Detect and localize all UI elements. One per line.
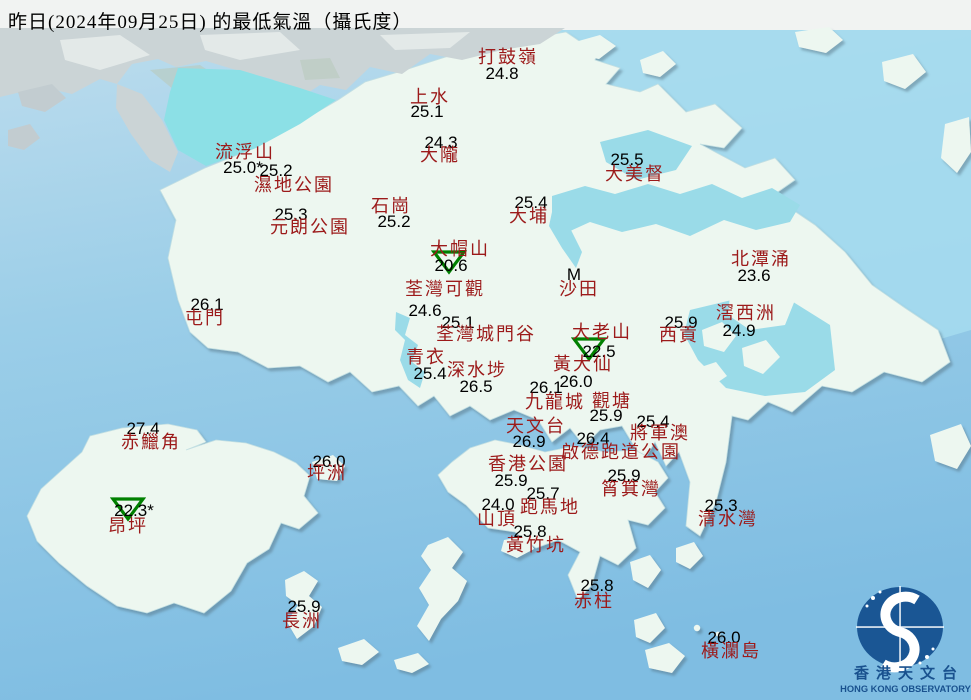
station-labels-layer: 24.8 打鼓嶺 25.1 上水 24.3 大隴 25.0* 流浮山 25.2 … bbox=[0, 0, 971, 700]
logo-chinese-name: 香港天文台 bbox=[853, 666, 964, 682]
station-name: 大隴 bbox=[420, 145, 460, 165]
station-name: 清水灣 bbox=[698, 509, 758, 529]
station-temp: 26.0 bbox=[559, 372, 593, 391]
station-name: 黃竹坑 bbox=[506, 535, 566, 555]
station-name: 橫瀾島 bbox=[701, 641, 761, 661]
station-temp: 24.9 bbox=[722, 321, 756, 340]
station-name: 滘西洲 bbox=[716, 303, 776, 323]
station-name: 大美督 bbox=[605, 164, 665, 184]
station-name: 石崗 bbox=[371, 196, 411, 216]
hko-logo: 香港天文台 HONG KONG OBSERVATORY bbox=[840, 570, 971, 700]
station-temp: 24.6 bbox=[408, 301, 442, 320]
station-name: 赤鱲角 bbox=[121, 432, 181, 452]
station-name: 青衣 bbox=[406, 347, 446, 367]
station-name: 黃大仙 bbox=[553, 354, 613, 374]
station-name: 大埔 bbox=[509, 206, 549, 226]
station-name: 筲箕灣 bbox=[601, 479, 661, 499]
station-name: 元朗公園 bbox=[270, 217, 350, 237]
station-name: 將軍澳 bbox=[630, 423, 690, 443]
station-temp: 25.9 bbox=[494, 471, 528, 490]
station-name: 香港公園 bbox=[488, 454, 568, 474]
station-name: 北潭涌 bbox=[731, 249, 791, 269]
page-title: 昨日(2024年09月25日) 的最低氣溫（攝氏度） bbox=[8, 12, 413, 33]
station-name: 荃灣可觀 bbox=[405, 279, 485, 299]
station-temp: 23.6 bbox=[737, 266, 771, 285]
station-name: 濕地公園 bbox=[254, 175, 334, 195]
station-name: 荃灣城門谷 bbox=[436, 324, 536, 344]
station-name: 啟德跑道公園 bbox=[561, 442, 681, 462]
weather-map-page: 24.8 打鼓嶺 25.1 上水 24.3 大隴 25.0* 流浮山 25.2 … bbox=[0, 0, 971, 700]
logo-english-name: HONG KONG OBSERVATORY bbox=[840, 684, 971, 694]
station-name: 山頂 bbox=[477, 509, 517, 529]
station-name: 大帽山 bbox=[430, 239, 490, 259]
station-name: 西貢 bbox=[659, 325, 699, 345]
station-temp: 25.4 bbox=[413, 364, 447, 383]
station-name: 沙田 bbox=[559, 279, 599, 299]
station-name: 屯門 bbox=[185, 308, 225, 328]
station-name: 長洲 bbox=[282, 611, 322, 631]
station-name: 昂坪 bbox=[108, 516, 148, 536]
station-name: 赤柱 bbox=[574, 591, 614, 611]
station-name: 流浮山 bbox=[215, 142, 275, 162]
station-temp: 20.6 bbox=[434, 256, 468, 275]
station-name: 上水 bbox=[410, 87, 450, 107]
station-name: 觀塘 bbox=[592, 391, 632, 411]
station-name: 大老山 bbox=[572, 322, 632, 342]
station-name: 天文台 bbox=[506, 416, 566, 436]
station-name: 跑馬地 bbox=[520, 497, 580, 517]
station-temp: 26.5 bbox=[459, 377, 493, 396]
station-name: 九龍城 bbox=[525, 392, 585, 412]
station-name: 坪洲 bbox=[307, 463, 347, 483]
station-temp: 24.8 bbox=[485, 64, 519, 83]
station-name: 打鼓嶺 bbox=[478, 47, 538, 67]
station-name: 深水埗 bbox=[447, 360, 507, 380]
